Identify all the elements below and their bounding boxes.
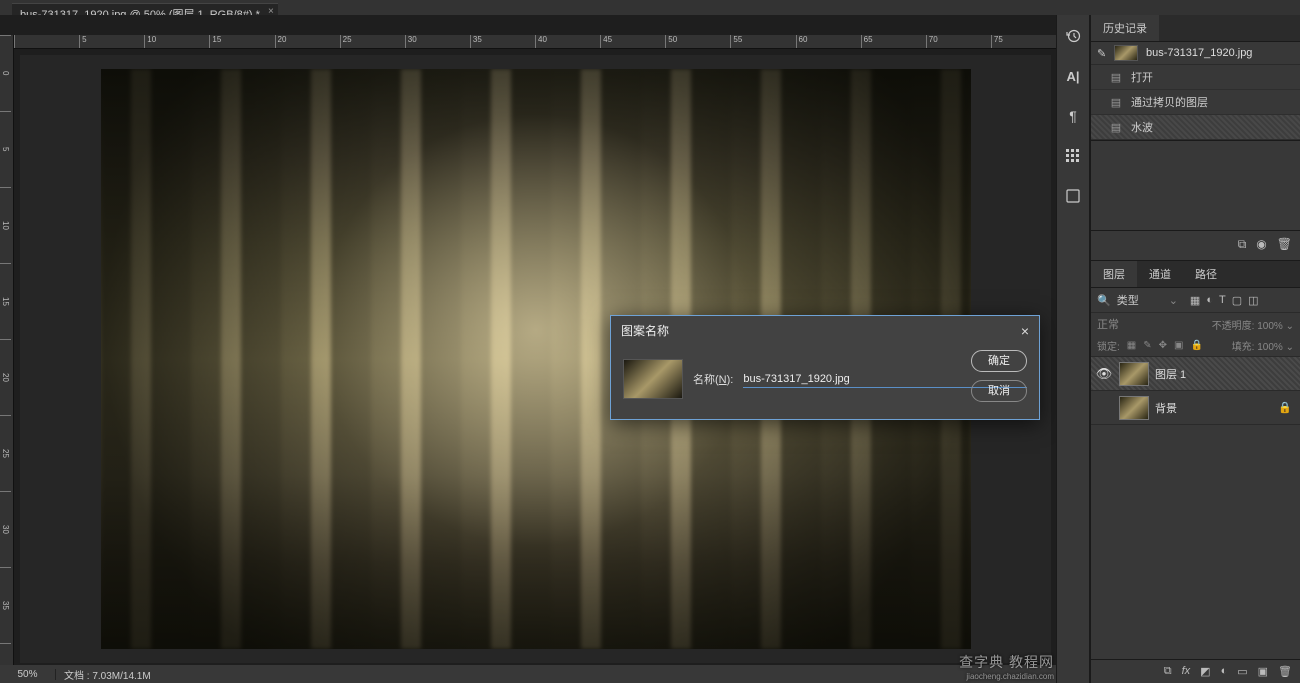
adjustment-icon[interactable]: ◐: [1221, 665, 1228, 678]
visibility-icon[interactable]: 👁: [1095, 366, 1113, 382]
history-thumbnail: [1114, 45, 1138, 61]
trash-icon[interactable]: 🗑: [1278, 665, 1292, 678]
history-step-icon: ▤: [1109, 96, 1123, 108]
tab-layers[interactable]: 图层: [1091, 261, 1137, 287]
pattern-thumbnail: [623, 359, 683, 399]
grid-icon[interactable]: [1060, 143, 1086, 169]
history-item[interactable]: ▤ 打开: [1091, 65, 1300, 90]
close-icon[interactable]: ×: [1021, 323, 1029, 339]
opacity-label: 不透明度:: [1212, 321, 1255, 332]
layers-panel: 图层通道路径 🔍 类型 ⌄ ▦ ◐ T ▢ ◫ 正常 不透明度: 100% ⌄ …: [1091, 260, 1300, 683]
lock-all-icon[interactable]: 🔒: [1190, 340, 1202, 351]
layer-row[interactable]: 👁 图层 1: [1091, 357, 1300, 391]
history-step-label: 水波: [1131, 119, 1153, 135]
tab-history[interactable]: 历史记录: [1091, 15, 1159, 41]
new-layer-icon[interactable]: ▣: [1258, 665, 1268, 678]
history-source[interactable]: ✎ bus-731317_1920.jpg: [1091, 42, 1300, 65]
layer-thumbnail[interactable]: [1119, 362, 1149, 386]
cancel-button[interactable]: 取消: [971, 380, 1027, 402]
history-icon[interactable]: [1060, 23, 1086, 49]
lock-icon: 🔒: [1278, 401, 1292, 414]
mask-icon[interactable]: ◩: [1200, 665, 1210, 678]
history-item[interactable]: ▤ 通过拷贝的图层: [1091, 90, 1300, 115]
paragraph-icon[interactable]: ¶: [1060, 103, 1086, 129]
create-document-icon[interactable]: ⧉: [1238, 237, 1247, 254]
filter-type-icon[interactable]: T: [1219, 294, 1226, 307]
filter-shape-icon[interactable]: ▢: [1232, 294, 1242, 307]
pattern-name-dialog: 图案名称 × 名称(N): 确定 取消: [610, 315, 1040, 420]
tab-channels[interactable]: 通道: [1137, 261, 1183, 287]
filter-adjust-icon[interactable]: ◐: [1206, 294, 1213, 307]
character-icon[interactable]: A|: [1060, 63, 1086, 89]
zoom-field[interactable]: 50%: [0, 669, 56, 680]
tab-paths[interactable]: 路径: [1183, 261, 1229, 287]
dialog-title: 图案名称: [621, 322, 669, 339]
search-icon[interactable]: 🔍: [1097, 294, 1111, 307]
layer-row[interactable]: 背景 🔒: [1091, 391, 1300, 425]
name-label: 名称(N):: [693, 371, 733, 387]
lock-label: 锁定:: [1097, 338, 1120, 353]
history-step-label: 打开: [1131, 69, 1153, 85]
history-step-icon: ▤: [1109, 121, 1123, 133]
brush-icon: ✎: [1097, 47, 1111, 60]
lock-pixels-icon[interactable]: ▦: [1127, 340, 1136, 351]
lock-brush-icon[interactable]: ✎: [1143, 340, 1151, 351]
layer-name[interactable]: 图层 1: [1155, 366, 1186, 382]
status-bar: 50% 文档 : 7.03M/14.1M: [0, 665, 1056, 683]
filter-pixel-icon[interactable]: ▦: [1190, 294, 1200, 307]
history-panel: 历史记录 ✎ bus-731317_1920.jpg ▤ 打开 ▤ 通过拷贝的图层 ▤ 水…: [1091, 15, 1300, 260]
snapshot-icon[interactable]: ◉: [1256, 237, 1266, 254]
watermark: 查字典 教程网 jiaocheng.chazidian.com: [959, 652, 1054, 681]
swatches-icon[interactable]: [1060, 183, 1086, 209]
trash-icon[interactable]: 🗑: [1277, 237, 1292, 254]
lock-artboard-icon[interactable]: ▣: [1174, 340, 1183, 351]
group-icon[interactable]: ▭: [1237, 665, 1247, 678]
ruler-vertical[interactable]: 051015202530354045: [0, 35, 14, 665]
history-step-label: 通过拷贝的图层: [1131, 94, 1208, 110]
ruler-horizontal[interactable]: 51015202530354045505560657075: [14, 35, 1056, 49]
blend-mode-select[interactable]: 正常: [1097, 316, 1157, 332]
layer-name[interactable]: 背景: [1155, 400, 1177, 416]
history-item[interactable]: ▤ 水波: [1091, 115, 1300, 140]
opacity-value[interactable]: 100%: [1257, 321, 1283, 332]
fill-value[interactable]: 100%: [1257, 342, 1283, 353]
history-step-icon: ▤: [1109, 71, 1123, 83]
lock-position-icon[interactable]: ✥: [1159, 340, 1167, 351]
layer-thumbnail[interactable]: [1119, 396, 1149, 420]
link-layers-icon[interactable]: ⧉: [1164, 665, 1172, 678]
fx-icon[interactable]: fx: [1182, 665, 1191, 678]
document-info[interactable]: 文档 : 7.03M/14.1M: [56, 667, 159, 682]
history-source-label: bus-731317_1920.jpg: [1146, 47, 1252, 59]
fill-label: 填充:: [1232, 342, 1255, 353]
ok-button[interactable]: 确定: [971, 350, 1027, 372]
filter-smart-icon[interactable]: ◫: [1248, 294, 1258, 307]
kind-select[interactable]: 类型: [1117, 292, 1163, 308]
canvas-area: 51015202530354045505560657075 0510152025…: [0, 15, 1056, 683]
collapsed-panel-dock: A| ¶: [1056, 15, 1090, 683]
